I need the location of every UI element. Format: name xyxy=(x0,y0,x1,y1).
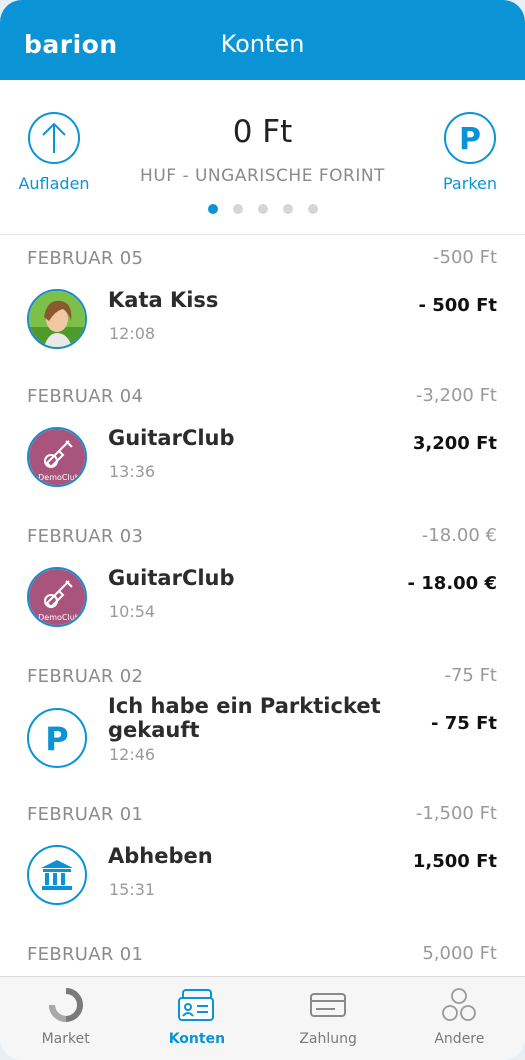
guitar-club-logo: DemoClub xyxy=(27,427,87,487)
nav-label: Market xyxy=(41,1031,90,1047)
page-title: Konten xyxy=(220,30,305,58)
transaction-time: 15:31 xyxy=(109,880,156,899)
market-icon xyxy=(0,987,131,1023)
pager-dot-active[interactable] xyxy=(207,204,218,214)
transaction-date: FEBRUAR 04 xyxy=(27,386,144,407)
transaction-date: FEBRUAR 03 xyxy=(27,526,144,547)
transaction-group: FEBRUAR 04 -3,200 Ft DemoClub GuitarClub… xyxy=(0,373,525,513)
transaction-group: FEBRUAR 05 -500 Ft Kata Kiss 12:08 - 500… xyxy=(0,235,525,375)
transaction-name[interactable]: Kata Kiss xyxy=(108,288,398,312)
more-icon xyxy=(394,987,525,1023)
nav-label: Konten xyxy=(168,1031,226,1047)
transaction-name[interactable]: GuitarClub xyxy=(108,566,398,590)
transaction-group: FEBRUAR 01 -1,500 Ft Abheben 15:31 1,500… xyxy=(0,791,525,931)
pager-dot[interactable] xyxy=(232,204,243,214)
day-total: -18.00 € xyxy=(421,525,497,546)
pager-dot[interactable] xyxy=(257,204,268,214)
transaction-amount: - 500 Ft xyxy=(418,295,497,316)
parking-icon: P xyxy=(444,112,496,164)
nav-label: Zahlung xyxy=(299,1031,357,1047)
nav-item-market[interactable]: Market xyxy=(0,977,131,1060)
parking-button[interactable]: P Parken xyxy=(420,112,520,193)
bank-icon xyxy=(27,845,87,905)
nav-item-andere[interactable]: Andere xyxy=(394,977,525,1060)
app-screen: barion Konten Aufladen 0 Ft HUF - UNGARI… xyxy=(0,0,525,1060)
accounts-icon xyxy=(131,987,262,1023)
transaction-time: 12:46 xyxy=(109,745,156,764)
pager-dot[interactable] xyxy=(282,204,293,214)
transaction-group: FEBRUAR 03 -18.00 € DemoClub GuitarClub … xyxy=(0,513,525,653)
transaction-amount: - 18.00 € xyxy=(407,573,497,594)
day-total: -500 Ft xyxy=(433,247,497,268)
card-icon xyxy=(263,987,394,1023)
transaction-date: FEBRUAR 01 xyxy=(27,804,144,825)
day-total: -75 Ft xyxy=(444,665,497,686)
day-total: 5,000 Ft xyxy=(422,943,497,964)
user-avatar xyxy=(27,289,87,349)
transaction-time: 10:54 xyxy=(109,602,156,621)
transaction-date: FEBRUAR 05 xyxy=(27,248,144,269)
transaction-time: 13:36 xyxy=(109,462,156,481)
transaction-group: FEBRUAR 01 5,000 Ft xyxy=(0,931,525,976)
transaction-name[interactable]: Abheben xyxy=(108,844,398,868)
account-pager[interactable] xyxy=(0,204,525,214)
transaction-group: FEBRUAR 02 -75 Ft P Ich habe ein Parktic… xyxy=(0,653,525,793)
nav-item-konten[interactable]: Konten xyxy=(131,977,262,1060)
transaction-name[interactable]: Ich habe ein Parkticket gekauft xyxy=(108,694,398,742)
nav-label: Andere xyxy=(434,1031,485,1047)
top-bar: barion Konten xyxy=(0,0,525,80)
parking-icon: P xyxy=(27,708,87,768)
transaction-date: FEBRUAR 02 xyxy=(27,666,144,687)
transaction-time: 12:08 xyxy=(109,324,156,343)
svg-text:P: P xyxy=(45,720,68,758)
balance-panel: Aufladen 0 Ft HUF - UNGARISCHE FORINT P … xyxy=(0,80,525,235)
day-total: -3,200 Ft xyxy=(415,385,497,406)
transaction-date: FEBRUAR 01 xyxy=(27,944,144,965)
nav-item-zahlung[interactable]: Zahlung xyxy=(263,977,394,1060)
day-total: -1,500 Ft xyxy=(415,803,497,824)
svg-text:P: P xyxy=(459,122,481,157)
pager-dot[interactable] xyxy=(307,204,318,214)
guitar-club-logo: DemoClub xyxy=(27,567,87,627)
transaction-amount: 3,200 Ft xyxy=(412,433,497,454)
transaction-name[interactable]: GuitarClub xyxy=(108,426,398,450)
transaction-amount: 1,500 Ft xyxy=(412,851,497,872)
logo-text: DemoClub xyxy=(38,473,80,482)
bottom-navigation: Market Konten Zahlung Andere xyxy=(0,976,525,1060)
parking-label: Parken xyxy=(443,174,497,193)
transaction-amount: - 75 Ft xyxy=(431,713,497,734)
logo-text: DemoClub xyxy=(38,613,80,622)
